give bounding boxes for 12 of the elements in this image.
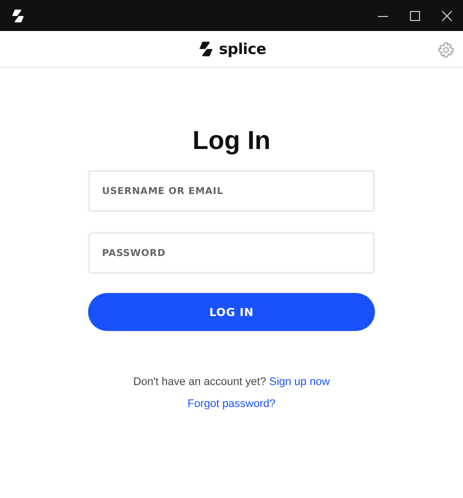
forgot-password-link[interactable]: Forgot password? — [187, 395, 276, 413]
brand-name: splice — [218, 40, 266, 58]
signup-prompt: Don't have an account yet? Sign up now — [133, 375, 330, 390]
brand-logo-icon — [196, 40, 215, 58]
app-logo-icon — [10, 8, 26, 24]
maximize-icon — [410, 10, 420, 20]
page-title: Log In — [192, 124, 270, 156]
login-button[interactable]: LOG IN — [88, 293, 375, 331]
signup-link[interactable]: Sign up now — [269, 376, 330, 388]
password-field[interactable]: PASSWORD — [88, 232, 375, 274]
username-field[interactable]: USERNAME OR EMAIL — [88, 170, 375, 212]
close-icon — [442, 10, 452, 20]
